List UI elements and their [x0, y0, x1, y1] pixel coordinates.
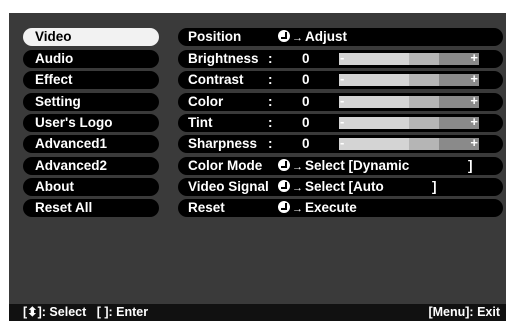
enter-icon: [278, 159, 290, 171]
enter-icon: [278, 201, 290, 213]
status-help: [⬍]: Select [ ]: Enter: [23, 304, 148, 321]
row-action: → Select [Auto: [278, 178, 384, 197]
row-label: Sharpness: [188, 136, 258, 151]
arrow-icon: →: [292, 182, 303, 194]
slider-mid: [409, 117, 439, 129]
slider-fill: [339, 96, 409, 108]
row-color-mode[interactable]: Color Mode → Select [Dynamic ]: [178, 157, 503, 175]
action-label: Execute: [305, 200, 357, 215]
row-value: 0: [302, 72, 310, 87]
slider-fill: [339, 138, 409, 150]
menu-item-effect[interactable]: Effect: [23, 71, 159, 89]
row-video-signal[interactable]: Video Signal → Select [Auto ]: [178, 178, 503, 196]
arrow-icon: →: [292, 203, 303, 215]
status-select: [⬍]: Select: [23, 305, 87, 319]
row-sharpness[interactable]: Sharpness : 0 - +: [178, 135, 503, 153]
row-value: 0: [302, 94, 310, 109]
row-reset[interactable]: Reset → Execute: [178, 199, 503, 217]
action-label: Select [Dynamic: [305, 158, 410, 173]
row-label: Color: [188, 94, 224, 109]
tint-slider[interactable]: - +: [339, 114, 479, 129]
action-label: Select [Auto: [305, 179, 384, 194]
slider-fill: [339, 74, 409, 86]
row-tint[interactable]: Tint : 0 - +: [178, 114, 503, 132]
row-action: → Execute: [278, 199, 357, 218]
enter-icon: [278, 30, 290, 42]
sharpness-slider[interactable]: - +: [339, 135, 479, 150]
menu-item-users-logo[interactable]: User's Logo: [23, 114, 159, 132]
row-label: Video Signal: [188, 179, 269, 194]
menu-item-setting[interactable]: Setting: [23, 93, 159, 111]
plus-icon: +: [470, 71, 478, 86]
minus-icon: -: [340, 71, 345, 86]
row-label: Tint: [188, 115, 213, 130]
colon: :: [268, 72, 273, 87]
row-label: Color Mode: [188, 158, 263, 173]
slider-mid: [409, 96, 439, 108]
slider-fill: [339, 117, 409, 129]
slider-mid: [409, 74, 439, 86]
brightness-slider[interactable]: - +: [339, 50, 479, 65]
menu-item-advanced2[interactable]: Advanced2: [23, 157, 159, 175]
action-label: Adjust: [305, 29, 347, 44]
status-enter: [ ]: Enter: [96, 305, 149, 319]
menu-item-reset-all[interactable]: Reset All: [23, 199, 159, 217]
menu-item-video[interactable]: Video: [23, 28, 159, 46]
color-slider[interactable]: - +: [339, 93, 479, 108]
colon: :: [268, 136, 273, 151]
row-value: 0: [302, 136, 310, 151]
contrast-slider[interactable]: - +: [339, 71, 479, 86]
row-position[interactable]: Position → Adjust: [178, 28, 503, 46]
menu-item-about[interactable]: About: [23, 178, 159, 196]
enter-icon: [278, 180, 290, 192]
status-exit: [Menu]: Exit: [428, 305, 500, 319]
plus-icon: +: [470, 135, 478, 150]
row-label: Contrast: [188, 72, 244, 87]
slider-mid: [409, 138, 439, 150]
arrow-icon: →: [292, 32, 303, 44]
minus-icon: -: [340, 135, 345, 150]
minus-icon: -: [340, 50, 345, 65]
colon: :: [268, 51, 273, 66]
colon: :: [268, 94, 273, 109]
plus-icon: +: [470, 114, 478, 129]
plus-icon: +: [470, 93, 478, 108]
bracket-close: ]: [468, 158, 473, 173]
row-label: Brightness: [188, 51, 259, 66]
row-brightness[interactable]: Brightness : 0 - +: [178, 50, 503, 68]
row-label: Reset: [188, 200, 225, 215]
arrow-icon: →: [292, 161, 303, 173]
plus-icon: +: [470, 50, 478, 65]
colon: :: [268, 115, 273, 130]
bracket-close: ]: [432, 179, 437, 194]
status-bar: [⬍]: Select [ ]: Enter [Menu]: Exit: [9, 304, 506, 321]
menu-item-advanced1[interactable]: Advanced1: [23, 135, 159, 153]
row-contrast[interactable]: Contrast : 0 - +: [178, 71, 503, 89]
row-value: 0: [302, 51, 310, 66]
row-action: → Adjust: [278, 28, 347, 47]
row-action: → Select [Dynamic: [278, 157, 409, 176]
row-color[interactable]: Color : 0 - +: [178, 93, 503, 111]
minus-icon: -: [340, 114, 345, 129]
slider-mid: [409, 53, 439, 65]
menu-item-audio[interactable]: Audio: [23, 50, 159, 68]
row-value: 0: [302, 115, 310, 130]
slider-fill: [339, 53, 409, 65]
minus-icon: -: [340, 93, 345, 108]
row-label: Position: [188, 29, 242, 44]
